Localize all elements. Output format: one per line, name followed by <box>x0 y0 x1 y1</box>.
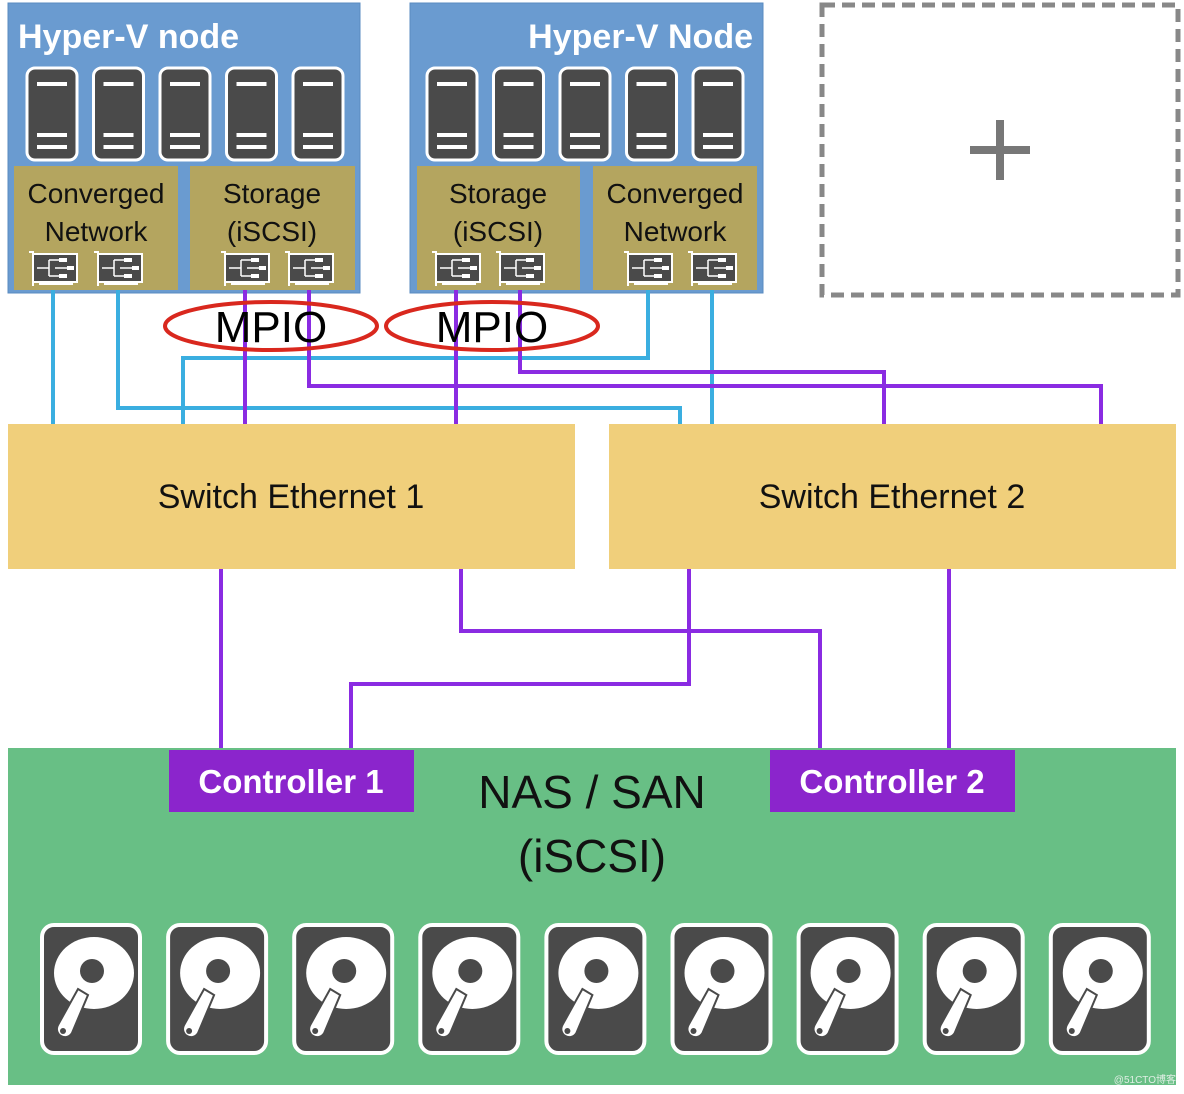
controller-label: Controller 1 <box>198 763 383 800</box>
controller-2: Controller 2 <box>770 750 1015 812</box>
switch-ethernet-2: Switch Ethernet 2 <box>609 424 1176 569</box>
server-icon <box>158 66 212 162</box>
disk-array <box>40 923 1151 1055</box>
hard-disk-icon <box>418 923 521 1055</box>
server-icon <box>558 66 612 162</box>
hard-disk-icon <box>1048 923 1151 1055</box>
nic-card-icon <box>94 251 143 286</box>
hard-disk-icon <box>544 923 647 1055</box>
mpio-label: MPIO <box>436 303 548 352</box>
nas-title: NAS / SAN <box>478 766 706 818</box>
hard-disk-icon <box>40 923 142 1055</box>
hyperv-node-2: Hyper-V Node Storage (iSCSI) Converged N… <box>409 2 764 294</box>
server-icon <box>691 66 745 162</box>
server-icon <box>92 66 145 162</box>
server-icon <box>625 66 678 162</box>
group-label: Storage <box>449 178 547 209</box>
hard-disk-icon <box>922 923 1025 1055</box>
group-label: Converged <box>607 178 744 209</box>
group-label: Converged <box>28 178 165 209</box>
switch-label: Switch Ethernet 2 <box>759 478 1025 516</box>
server-icon <box>225 66 278 162</box>
hard-disk-icon <box>796 923 899 1055</box>
server-icon <box>25 66 79 162</box>
hard-disk-icon <box>670 923 773 1055</box>
server-group <box>25 66 345 162</box>
server-icon <box>291 66 345 162</box>
add-node-placeholder[interactable] <box>819 2 1181 298</box>
switch-label: Switch Ethernet 1 <box>158 478 424 516</box>
switch-ethernet-1: Switch Ethernet 1 <box>8 424 575 569</box>
hard-disk-icon <box>166 923 269 1055</box>
node-title: Hyper-V Node <box>528 18 753 56</box>
server-icon <box>492 66 545 162</box>
nic-card-icon <box>688 251 737 286</box>
group-label: Network <box>45 216 149 247</box>
group-label: Network <box>624 216 728 247</box>
mpio-2: MPIO <box>384 300 600 352</box>
hard-disk-icon <box>292 923 395 1055</box>
hyperv-node-1: Hyper-V node Converged Network Storage (… <box>7 2 361 294</box>
server-icon <box>425 66 479 162</box>
server-group <box>425 66 745 162</box>
nic-card-icon <box>432 251 481 286</box>
nic-card-icon <box>285 251 334 286</box>
nic-card-icon <box>624 251 673 286</box>
storage-link <box>349 569 691 750</box>
mpio-label: MPIO <box>215 303 327 352</box>
watermark: @51CTO博客 <box>1114 1073 1176 1086</box>
nic-card-icon <box>221 251 270 286</box>
nic-card-icon <box>496 251 545 286</box>
node-title: Hyper-V node <box>18 18 239 56</box>
mpio-1: MPIO <box>163 300 379 352</box>
nas-san: NAS / SAN (iSCSI) Controller 1 Controlle… <box>8 748 1176 1086</box>
storage-link <box>459 569 822 750</box>
controller-1: Controller 1 <box>169 750 414 812</box>
group-label: Storage <box>223 178 321 209</box>
group-label: (iSCSI) <box>453 216 543 247</box>
nic-cards <box>29 251 737 286</box>
nic-card-icon <box>29 251 78 286</box>
nas-subtitle: (iSCSI) <box>518 830 666 882</box>
group-label: (iSCSI) <box>227 216 317 247</box>
controller-label: Controller 2 <box>799 763 984 800</box>
diagram: Hyper-V node Converged Network Storage (… <box>0 0 1184 1094</box>
